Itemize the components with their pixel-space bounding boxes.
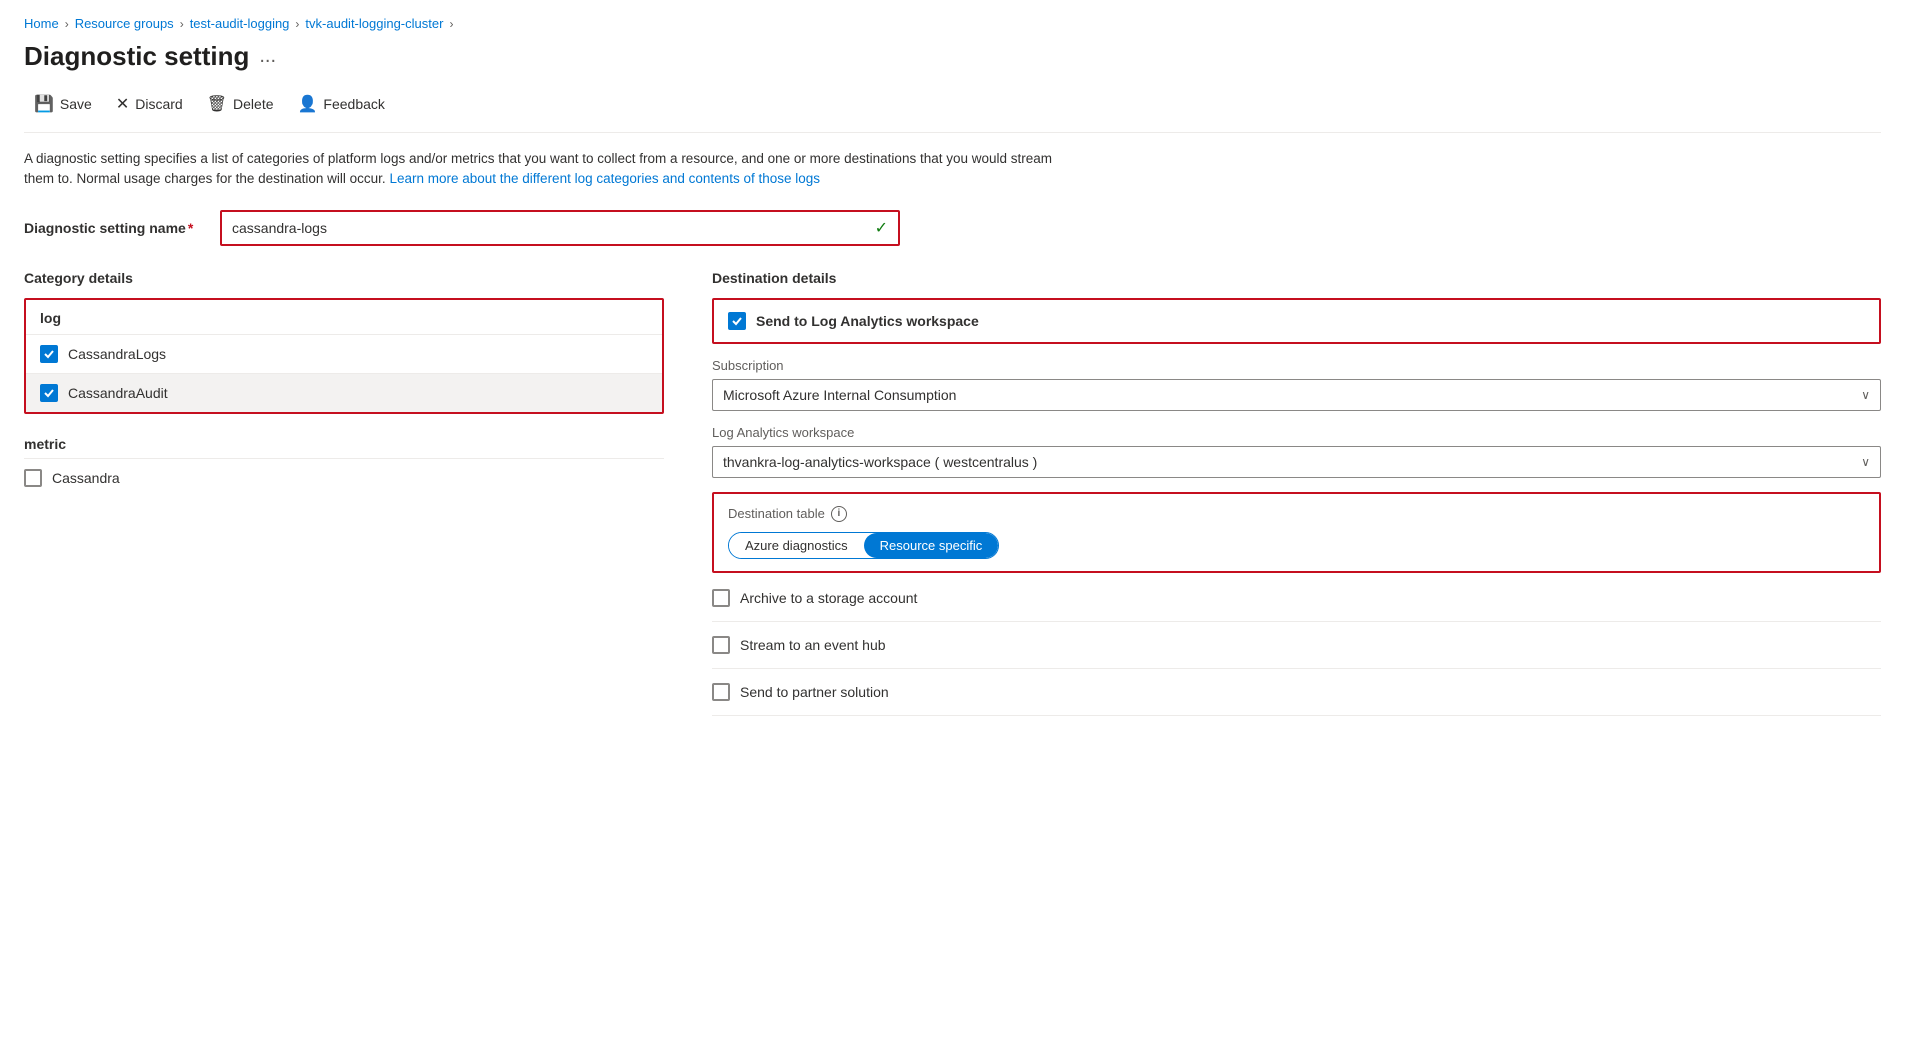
category-log-box: log CassandraLogs CassandraAudit <box>24 298 664 414</box>
feedback-icon: 👤 <box>298 94 318 114</box>
subscription-label: Subscription <box>712 358 1881 373</box>
metric-item-cassandra[interactable]: Cassandra <box>24 458 664 497</box>
diagnostic-name-input-wrapper: ✓ <box>220 210 900 246</box>
cassandra-metric-label: Cassandra <box>52 470 120 486</box>
category-item-cassandra-audit[interactable]: CassandraAudit <box>26 373 662 412</box>
toolbar: 💾 Save ✕ Discard 🗑 Delete 👤 Feedback <box>24 88 1881 133</box>
breadcrumb-cluster[interactable]: tvk-audit-logging-cluster <box>305 16 443 31</box>
send-to-log-label: Send to Log Analytics workspace <box>756 313 979 329</box>
diagnostic-name-label: Diagnostic setting name* <box>24 220 204 236</box>
breadcrumb: Home › Resource groups › test-audit-logg… <box>24 16 1881 31</box>
subscription-value: Microsoft Azure Internal Consumption <box>723 387 956 403</box>
send-partner-checkbox[interactable] <box>712 683 730 701</box>
delete-icon: 🗑 <box>207 94 227 114</box>
two-col-layout: Category details log CassandraLogs Cassa <box>24 270 1881 716</box>
send-partner-label: Send to partner solution <box>740 684 889 700</box>
check-svg <box>43 348 55 360</box>
destination-table-toggle-group: Azure diagnostics Resource specific <box>728 532 999 559</box>
stream-event-hub-item[interactable]: Stream to an event hub <box>712 622 1881 669</box>
send-partner-item[interactable]: Send to partner solution <box>712 669 1881 716</box>
cassandra-logs-checkbox[interactable] <box>40 345 58 363</box>
send-to-log-wrapper: Send to Log Analytics workspace <box>712 298 1881 344</box>
stream-event-hub-label: Stream to an event hub <box>740 637 886 653</box>
diagnostic-name-input[interactable] <box>232 220 867 236</box>
subscription-chevron-down-icon: ∨ <box>1861 388 1870 402</box>
cassandra-audit-label: CassandraAudit <box>68 385 168 401</box>
breadcrumb-resource-groups[interactable]: Resource groups <box>75 16 174 31</box>
category-details-title: Category details <box>24 270 664 286</box>
check-icon: ✓ <box>875 218 888 238</box>
destination-table-header: Destination table i <box>728 506 1865 522</box>
log-analytics-value: thvankra-log-analytics-workspace ( westc… <box>723 454 1037 470</box>
discard-button[interactable]: ✕ Discard <box>106 88 193 120</box>
cassandra-metric-checkbox[interactable] <box>24 469 42 487</box>
destination-details-title: Destination details <box>712 270 1881 286</box>
breadcrumb-sep-1: › <box>65 17 69 31</box>
breadcrumb-test-audit-logging[interactable]: test-audit-logging <box>190 16 290 31</box>
page-title: Diagnostic setting <box>24 41 249 72</box>
destination-details-col: Destination details Send to Log Analytic… <box>712 270 1881 716</box>
log-analytics-workspace-field: Log Analytics workspace thvankra-log-ana… <box>712 425 1881 478</box>
log-analytics-label: Log Analytics workspace <box>712 425 1881 440</box>
send-to-log-checkbox[interactable] <box>728 312 746 330</box>
stream-event-hub-checkbox[interactable] <box>712 636 730 654</box>
subscription-field: Subscription Microsoft Azure Internal Co… <box>712 358 1881 411</box>
info-icon: i <box>831 506 847 522</box>
delete-button[interactable]: 🗑 Delete <box>197 88 284 120</box>
breadcrumb-sep-3: › <box>295 17 299 31</box>
feedback-label: Feedback <box>323 96 384 112</box>
breadcrumb-sep-4: › <box>449 17 453 31</box>
discard-label: Discard <box>135 96 182 112</box>
archive-storage-item[interactable]: Archive to a storage account <box>712 575 1881 622</box>
delete-label: Delete <box>233 96 273 112</box>
metric-group-label: metric <box>24 430 664 458</box>
destination-table-box: Destination table i Azure diagnostics Re… <box>712 492 1881 573</box>
metric-section: metric Cassandra <box>24 430 664 497</box>
description: A diagnostic setting specifies a list of… <box>24 149 1074 190</box>
other-destinations: Archive to a storage account Stream to a… <box>712 575 1881 716</box>
cassandra-audit-checkbox[interactable] <box>40 384 58 402</box>
save-icon: 💾 <box>34 94 54 114</box>
toggle-azure-diagnostics[interactable]: Azure diagnostics <box>729 533 864 558</box>
category-details-col: Category details log CassandraLogs Cassa <box>24 270 664 497</box>
archive-storage-checkbox[interactable] <box>712 589 730 607</box>
breadcrumb-home[interactable]: Home <box>24 16 59 31</box>
log-group-label: log <box>26 300 662 334</box>
page-title-ellipsis: ... <box>259 45 276 68</box>
log-analytics-dropdown[interactable]: thvankra-log-analytics-workspace ( westc… <box>712 446 1881 478</box>
archive-storage-label: Archive to a storage account <box>740 590 917 606</box>
subscription-dropdown[interactable]: Microsoft Azure Internal Consumption ∨ <box>712 379 1881 411</box>
toggle-resource-specific[interactable]: Resource specific <box>864 533 999 558</box>
cassandra-logs-label: CassandraLogs <box>68 346 166 362</box>
learn-more-link[interactable]: Learn more about the different log categ… <box>389 171 820 186</box>
log-analytics-chevron-down-icon: ∨ <box>1861 455 1870 469</box>
destination-table-label: Destination table <box>728 506 825 521</box>
category-item-cassandra-logs[interactable]: CassandraLogs <box>26 334 662 373</box>
check-svg-2 <box>43 387 55 399</box>
save-label: Save <box>60 96 92 112</box>
save-button[interactable]: 💾 Save <box>24 88 102 120</box>
diagnostic-name-row: Diagnostic setting name* ✓ <box>24 210 1881 246</box>
page-title-container: Diagnostic setting ... <box>24 41 1881 72</box>
breadcrumb-sep-2: › <box>180 17 184 31</box>
send-to-log-section: Send to Log Analytics workspace <box>712 298 1881 344</box>
required-star: * <box>188 220 193 236</box>
feedback-button[interactable]: 👤 Feedback <box>288 88 395 120</box>
discard-icon: ✕ <box>116 94 129 114</box>
check-svg-log <box>731 315 743 327</box>
